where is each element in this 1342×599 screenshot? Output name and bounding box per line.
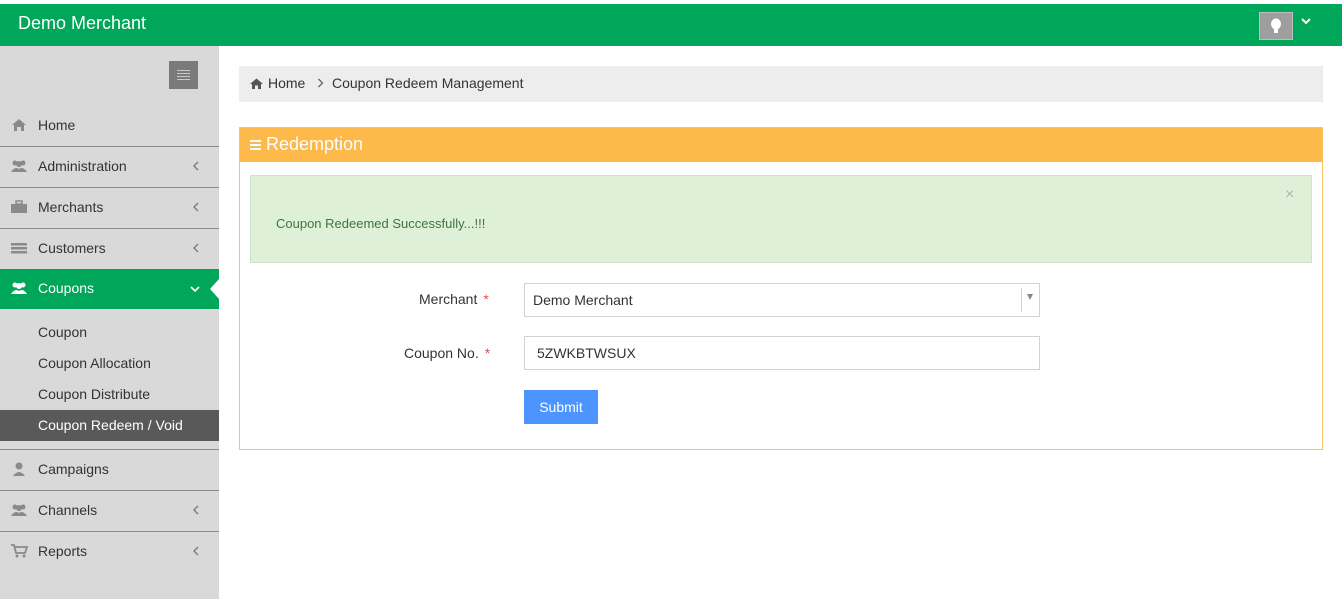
chevron-right-icon [318,78,324,88]
breadcrumb-home-link[interactable]: Home [268,75,305,91]
submenu-item-coupon-distribute[interactable]: Coupon Distribute [0,379,219,410]
users-icon [11,504,27,516]
home-icon [250,78,263,89]
sidebar-item-administration[interactable]: Administration [0,146,219,186]
breadcrumb: Home Coupon Redeem Management [239,66,1323,102]
sidebar-item-label: Home [38,117,76,133]
close-icon[interactable]: × [1285,186,1294,204]
submenu-item-coupon[interactable]: Coupon [0,317,219,348]
success-alert: Coupon Redeemed Successfully...!!! × [250,175,1312,263]
user-icon [13,462,25,476]
submenu-item-label: Coupon Redeem / Void [38,417,183,433]
sidebar-item-label: Customers [38,240,106,256]
coupon-no-input[interactable] [524,336,1040,370]
home-icon [12,119,26,131]
submenu-item-coupon-redeem-void[interactable]: Coupon Redeem / Void [0,410,219,441]
sidebar-item-merchants[interactable]: Merchants [0,187,219,227]
required-marker: * [483,291,489,307]
sidebar-item-label: Reports [38,543,88,559]
chevron-down-icon[interactable] [1300,16,1312,26]
sidebar-item-label: Channels [38,502,98,518]
briefcase-icon [11,200,27,213]
sidebar-item-channels[interactable]: Channels [0,490,219,530]
sidebar-item-label: Campaigns [38,461,109,477]
cart-icon [11,544,28,558]
sidebar-item-customers[interactable]: Customers [0,228,219,268]
coupon-no-label-text: Coupon No. [404,345,479,361]
chevron-down-icon [190,286,200,293]
sidebar: Home Administration Merchants Customers … [0,46,219,599]
chevron-left-icon [193,546,199,556]
submenu-item-label: Coupon [38,324,88,340]
select-divider [1021,288,1022,312]
chevron-left-icon [193,161,199,171]
panel-header: Redemption [240,128,1322,162]
required-marker: * [484,345,491,361]
sidebar-item-label: Administration [38,158,127,174]
breadcrumb-current-page: Coupon Redeem Management [332,75,524,91]
sidebar-toggle-button[interactable] [169,61,198,89]
submenu-item-label: Coupon Distribute [38,386,151,402]
sidebar-item-label: Coupons [38,280,95,296]
chevron-left-icon [193,243,199,253]
users-icon [11,282,27,294]
submenu-item-coupon-allocation[interactable]: Coupon Allocation [0,348,219,379]
lightbulb-icon [1271,18,1281,33]
hamburger-icon [250,140,261,150]
sidebar-item-reports[interactable]: Reports [0,531,219,571]
sidebar-item-home[interactable]: Home [0,106,219,146]
sidebar-item-campaigns[interactable]: Campaigns [0,449,219,489]
redemption-panel: Redemption Coupon Redeemed Successfully.… [239,127,1323,450]
user-avatar[interactable] [1259,12,1293,40]
alert-message: Coupon Redeemed Successfully...!!! [276,216,486,231]
merchant-label-text: Merchant [419,291,478,307]
users-icon [11,160,27,172]
active-indicator [210,279,219,299]
list-icon [11,243,27,254]
sidebar-item-label: Merchants [38,199,104,215]
submit-button[interactable]: Submit [524,390,598,424]
merchant-select-value: Demo Merchant [533,292,633,308]
brand-title[interactable]: Demo Merchant [18,13,146,34]
panel-title: Redemption [266,134,364,154]
dropdown-arrow-icon[interactable] [1027,294,1033,300]
hamburger-icon [177,70,190,71]
chevron-left-icon [193,505,199,515]
top-navbar: Demo Merchant [0,4,1342,46]
submenu-item-label: Coupon Allocation [38,355,151,371]
sidebar-item-coupons[interactable]: Coupons [0,269,219,309]
merchant-select[interactable]: Demo Merchant [524,283,1040,317]
merchant-label: Merchant * [419,291,489,307]
coupon-no-label: Coupon No. * [404,345,490,361]
chevron-left-icon [193,202,199,212]
